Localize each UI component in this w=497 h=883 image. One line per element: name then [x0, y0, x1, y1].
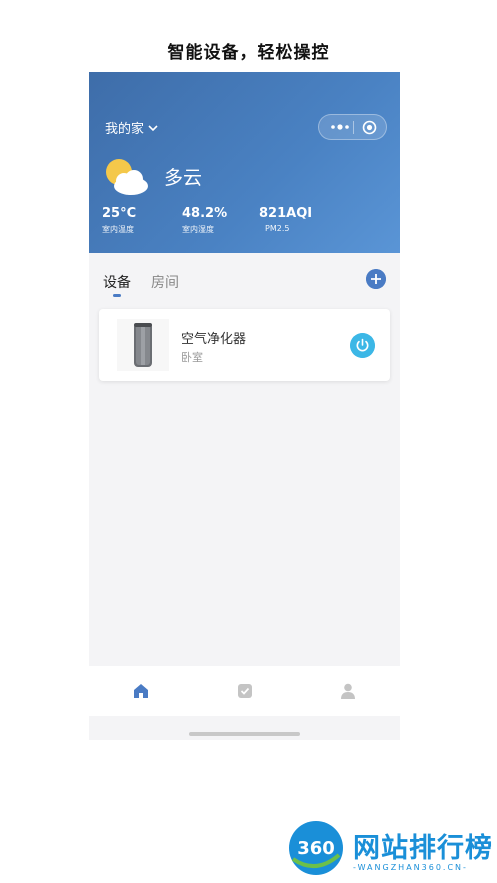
close-target-icon[interactable]	[362, 120, 377, 135]
aqi-value: 821AQI	[259, 206, 313, 221]
air-purifier-icon	[117, 319, 169, 371]
watermark-url: -WANGZHAN360.CN-	[353, 863, 468, 872]
watermark-title: 网站排行榜	[353, 833, 493, 864]
home-label: 我的家	[105, 122, 145, 137]
air-quality: 821AQI PM2.5	[259, 206, 312, 233]
device-room: 卧室	[181, 351, 203, 364]
promo-headline: 智能设备，轻松操控	[167, 43, 330, 63]
user-icon[interactable]	[338, 681, 358, 701]
home-icon[interactable]	[131, 681, 151, 701]
watermark-logo-text: 360	[297, 838, 335, 859]
humidity-value: 48.2%	[182, 206, 228, 221]
active-tab-indicator	[113, 294, 121, 297]
tab-bar: 设备 房间	[103, 272, 179, 292]
temperature-value: 25°C	[102, 206, 137, 221]
device-name: 空气净化器	[181, 332, 247, 347]
indoor-temperature: 25°C 室内温度	[102, 206, 136, 235]
power-button[interactable]	[350, 333, 375, 358]
device-card[interactable]: 空气净化器 卧室	[99, 309, 390, 381]
more-icon[interactable]	[329, 122, 351, 132]
phone-screen: 我的家 多云 25°C 室内温度 48.2% 室内湿度 821AQI PM2.5…	[89, 72, 400, 740]
home-selector[interactable]: 我的家	[105, 118, 158, 137]
aqi-label: PM2.5	[265, 224, 290, 233]
partly-cloudy-icon	[106, 159, 148, 195]
watermark-logo: 360	[289, 821, 343, 875]
temperature-label: 室内温度	[102, 225, 134, 234]
add-device-button[interactable]	[366, 269, 386, 289]
tab-rooms[interactable]: 房间	[151, 272, 179, 292]
header-panel: 我的家 多云 25°C 室内温度 48.2% 室内湿度 821AQI PM2.5	[89, 72, 400, 253]
bottom-navigation	[89, 666, 400, 716]
chevron-down-icon	[148, 124, 158, 131]
humidity-label: 室内湿度	[182, 225, 214, 234]
home-indicator	[189, 732, 300, 736]
miniprogram-capsule	[318, 114, 387, 140]
indoor-humidity: 48.2% 室内湿度	[182, 206, 227, 235]
weather-condition: 多云	[164, 167, 203, 189]
checkbox-icon[interactable]	[235, 681, 255, 701]
tab-devices[interactable]: 设备	[103, 272, 131, 292]
capsule-divider	[353, 121, 354, 134]
